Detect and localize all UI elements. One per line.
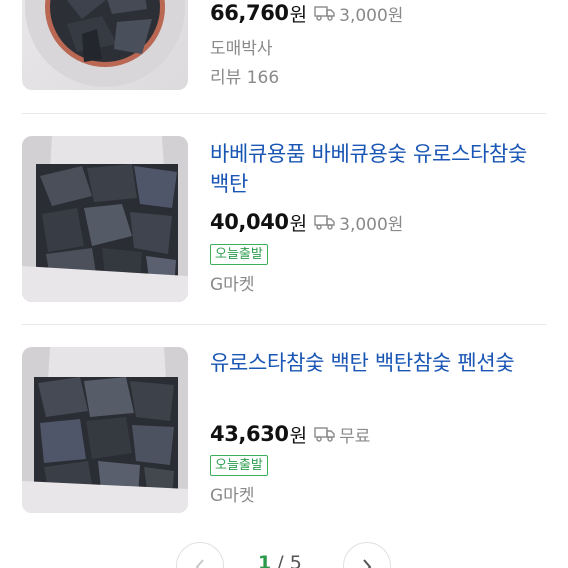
review-count[interactable]: 리뷰 166 — [210, 63, 279, 88]
seller-name[interactable]: G마켓 — [210, 270, 254, 295]
shipping-fee-text: 3,000원 — [339, 214, 404, 235]
truck-icon — [314, 215, 335, 230]
product-image-1[interactable] — [22, 0, 188, 90]
divider — [22, 113, 546, 114]
today-ship-badge: 오늘출발 — [210, 455, 268, 476]
divider — [22, 324, 546, 325]
currency-label: 원 — [289, 3, 308, 26]
shipping-fee: 무료 — [314, 422, 370, 447]
page-separator: / — [277, 552, 284, 568]
product-image-2[interactable] — [22, 136, 188, 302]
product-price: 43,630 — [210, 422, 289, 446]
pagination: 1 / 5 — [0, 540, 568, 568]
shipping-fee-text: 3,000원 — [339, 5, 404, 26]
product-price: 66,760 — [210, 1, 289, 25]
page-indicator: 1 / 5 — [258, 552, 302, 568]
currency-label: 원 — [289, 212, 308, 235]
shipping-fee: 3,000원 — [314, 1, 403, 26]
shipping-fee-text: 무료 — [339, 426, 371, 447]
charcoal-photo-1 — [25, 0, 185, 87]
shipping-fee: 3,000원 — [314, 210, 403, 235]
product-price: 40,040 — [210, 210, 289, 234]
current-page: 1 — [258, 552, 272, 568]
charcoal-photo-2 — [22, 136, 188, 302]
price-line-2: 40,040 원 3,000원 — [210, 209, 403, 235]
product-image-3[interactable] — [22, 347, 188, 513]
chevron-left-icon — [195, 559, 204, 568]
currency-label: 원 — [289, 424, 308, 447]
truck-icon — [314, 6, 335, 21]
next-page-button[interactable] — [343, 542, 391, 568]
total-pages: 5 — [289, 552, 302, 568]
seller-name[interactable]: G마켓 — [210, 481, 254, 506]
price-line-3: 43,630 원 무료 — [210, 421, 370, 447]
chevron-right-icon — [363, 559, 372, 568]
prev-page-button[interactable] — [176, 542, 224, 568]
today-ship-badge: 오늘출발 — [210, 244, 268, 265]
charcoal-photo-3 — [22, 347, 188, 513]
truck-icon — [314, 427, 335, 442]
seller-name[interactable]: 도매박사 — [210, 34, 273, 59]
price-line-1: 66,760 원 3,000원 — [210, 0, 403, 26]
product-title[interactable]: 유로스타참숯 백탄 백탄참숯 펜션숯 — [210, 348, 540, 378]
product-title[interactable]: 바베큐용품 바베큐용숯 유로스타참숯 백탄 — [210, 139, 540, 199]
